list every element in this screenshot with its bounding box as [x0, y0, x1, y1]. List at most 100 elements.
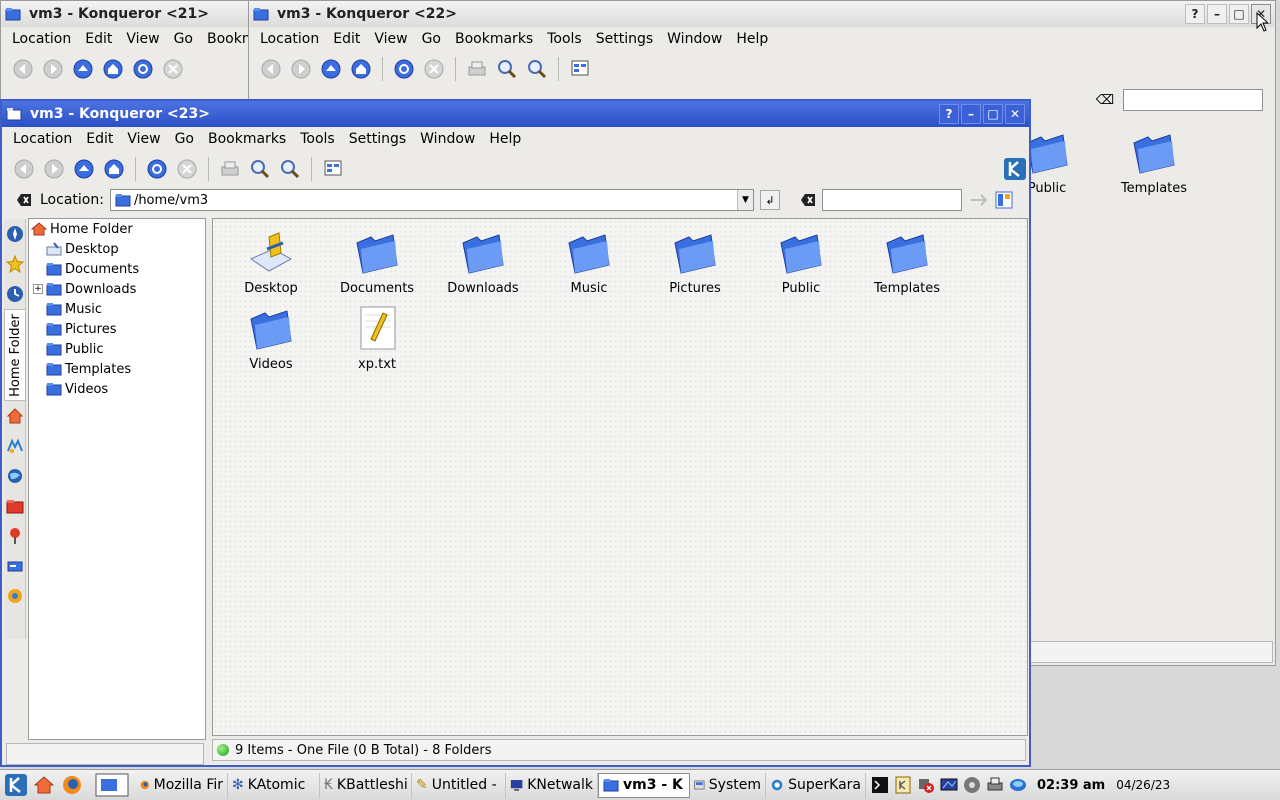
file-item-downloads[interactable]: Downloads	[433, 229, 533, 296]
back-icon[interactable]	[11, 57, 35, 81]
forward-icon[interactable]	[41, 57, 65, 81]
menu-location[interactable]: Location	[5, 31, 78, 47]
kmix-icon[interactable]	[1008, 775, 1028, 795]
zoom-out-icon[interactable]	[278, 157, 302, 181]
zoom-in-icon[interactable]	[495, 57, 519, 81]
maximize-button[interactable]: □	[1229, 4, 1249, 24]
view-mode-icon[interactable]	[568, 57, 592, 81]
tree-item-documents[interactable]: Documents	[29, 259, 205, 279]
expand-icon[interactable]: +	[33, 284, 43, 294]
tree-item-public[interactable]: Public	[29, 339, 205, 359]
terminal-icon[interactable]	[870, 775, 890, 795]
menu-bookmarks[interactable]: Bookmarks	[201, 131, 293, 147]
back-icon[interactable]	[12, 157, 36, 181]
home-icon[interactable]	[349, 57, 373, 81]
menu-location[interactable]: Location	[253, 31, 326, 47]
clear-search-icon[interactable]: ⌫	[1093, 88, 1117, 112]
up-icon[interactable]	[72, 157, 96, 181]
tab-media[interactable]	[4, 431, 26, 461]
home-launcher-icon[interactable]	[30, 775, 58, 795]
search-field[interactable]	[1123, 89, 1263, 111]
disk-icon[interactable]	[962, 775, 982, 795]
task-mozilla-firefox[interactable]: Mozilla Fir	[136, 772, 228, 798]
network-disconnected-icon[interactable]	[916, 775, 936, 795]
forward-icon[interactable]	[42, 157, 66, 181]
help-button[interactable]: ?	[1185, 4, 1205, 24]
task-knetwalk[interactable]: KNetwalk	[506, 772, 598, 798]
menu-view[interactable]: View	[367, 31, 414, 47]
menu-go[interactable]: Go	[168, 131, 201, 147]
clear-location-icon[interactable]	[16, 192, 32, 208]
file-item-templates[interactable]: Templates	[857, 229, 957, 296]
tab-history[interactable]	[4, 279, 26, 309]
file-item-videos[interactable]: Videos	[221, 305, 321, 372]
up-icon[interactable]	[71, 57, 95, 81]
menu-window[interactable]: Window	[660, 31, 729, 47]
menu-location[interactable]: Location	[6, 131, 79, 147]
reload-icon[interactable]	[145, 157, 169, 181]
minimize-button[interactable]: –	[961, 104, 981, 124]
kde-menu-icon[interactable]	[2, 774, 30, 796]
file-item-templates[interactable]: Templates	[1104, 129, 1204, 196]
minimize-button[interactable]: –	[1207, 4, 1227, 24]
menu-tools[interactable]: Tools	[293, 131, 342, 147]
desktop-pager-icon[interactable]	[92, 773, 132, 797]
menu-view[interactable]: View	[119, 31, 166, 47]
clock-time[interactable]: 02:39 am	[1037, 778, 1105, 793]
menu-go[interactable]: Go	[415, 31, 448, 47]
tab-home-folder[interactable]: Home Folder	[4, 309, 26, 401]
printer-tray-icon[interactable]	[985, 775, 1005, 795]
up-icon[interactable]	[319, 57, 343, 81]
help-button[interactable]: ?	[939, 104, 959, 124]
tab-favorites[interactable]	[4, 249, 26, 279]
print-icon[interactable]	[218, 157, 242, 181]
menu-window[interactable]: Window	[413, 131, 482, 147]
window-22-titlebar[interactable]: vm3 - Konqueror <22> ? – □ ✕	[249, 1, 1275, 27]
file-item-desktop[interactable]: Desktop	[221, 229, 321, 296]
window-23-titlebar[interactable]: vm3 - Konqueror <23> ? – □ ✕	[2, 101, 1029, 127]
search-go-icon[interactable]	[968, 188, 992, 212]
file-icon-view[interactable]: Desktop Documents Downloads Music Pictur…	[212, 218, 1028, 736]
firefox-launcher-icon[interactable]	[58, 775, 86, 795]
window-21-titlebar[interactable]: vm3 - Konqueror <21>	[1, 1, 251, 27]
tab-network[interactable]	[4, 461, 26, 491]
konqueror-logo-icon[interactable]	[1003, 157, 1027, 181]
klipper-icon[interactable]	[893, 775, 913, 795]
file-item-public[interactable]: Public	[751, 229, 851, 296]
task-vm3-konqueror[interactable]: vm3 - K	[598, 772, 690, 798]
tab-home[interactable]	[4, 401, 26, 431]
stop-icon[interactable]	[161, 57, 185, 81]
menu-help[interactable]: Help	[482, 131, 528, 147]
zoom-out-icon[interactable]	[525, 57, 549, 81]
task-untitled[interactable]: ✎ Untitled -	[412, 772, 506, 798]
menu-edit[interactable]: Edit	[78, 31, 119, 47]
menu-go[interactable]: Go	[167, 31, 200, 47]
home-icon[interactable]	[102, 157, 126, 181]
task-system[interactable]: System	[690, 772, 766, 798]
file-item-documents[interactable]: Documents	[327, 229, 427, 296]
display-icon[interactable]	[939, 775, 959, 795]
menu-settings[interactable]: Settings	[589, 31, 660, 47]
clear-search-icon[interactable]	[800, 192, 816, 208]
tree-item-downloads[interactable]: + Downloads	[29, 279, 205, 299]
go-button[interactable]: ↲	[759, 190, 780, 210]
reload-icon[interactable]	[131, 57, 155, 81]
tree-item-music[interactable]: Music	[29, 299, 205, 319]
file-item-xp-txt[interactable]: xp.txt	[327, 305, 427, 372]
view-mode-icon[interactable]	[321, 157, 345, 181]
menu-bookmarks[interactable]: Bookmarks	[448, 31, 540, 47]
file-item-music[interactable]: Music	[539, 229, 639, 296]
tab-root-folder[interactable]	[4, 491, 26, 521]
clock-date[interactable]: 04/26/23	[1116, 778, 1170, 792]
tree-item-pictures[interactable]: Pictures	[29, 319, 205, 339]
location-input[interactable]: /home/vm3 ▼	[109, 189, 754, 211]
search-field[interactable]	[821, 189, 962, 211]
maximize-button[interactable]: □	[983, 104, 1003, 124]
tree-item-home-folder[interactable]: Home Folder	[29, 219, 205, 239]
menu-help[interactable]: Help	[729, 31, 775, 47]
search-provider-icon[interactable]	[992, 188, 1016, 212]
close-button[interactable]: ✕	[1005, 104, 1025, 124]
reload-icon[interactable]	[392, 57, 416, 81]
tree-item-videos[interactable]: Videos	[29, 379, 205, 399]
stop-icon[interactable]	[422, 57, 446, 81]
